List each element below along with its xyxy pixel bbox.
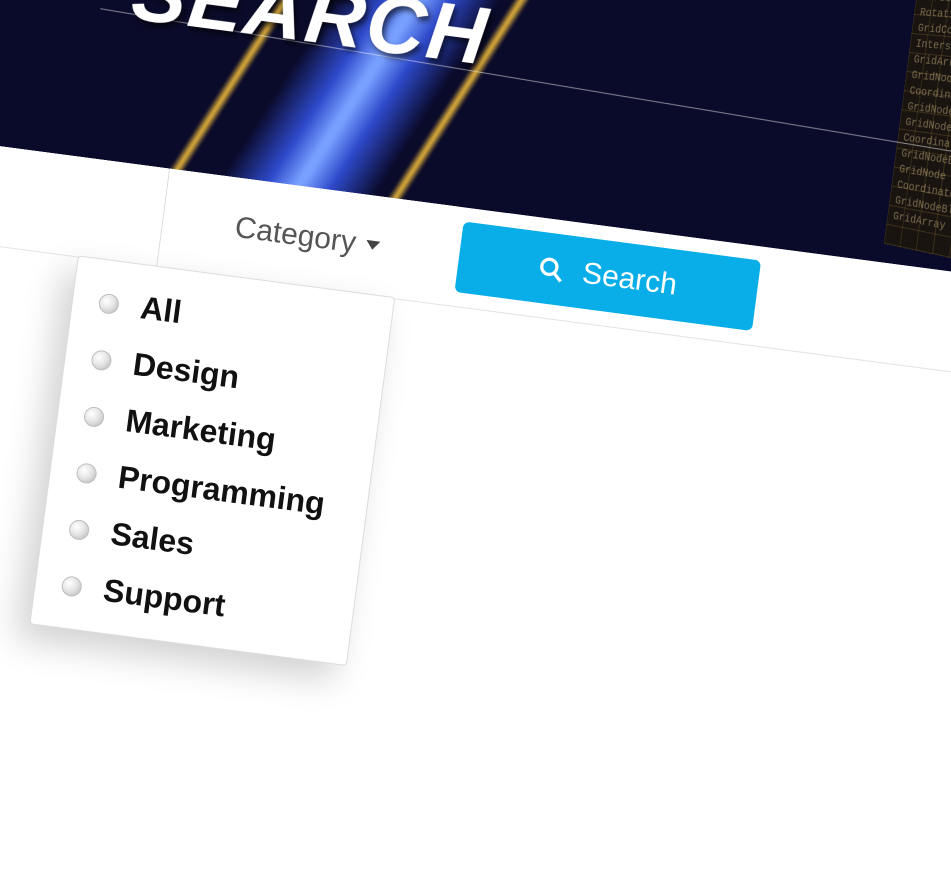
radio-icon xyxy=(90,349,112,371)
category-option-label: All xyxy=(138,289,183,331)
search-icon xyxy=(537,254,566,283)
category-option-label: Sales xyxy=(109,515,197,563)
radio-icon xyxy=(98,292,120,314)
category-option-label: Design xyxy=(131,346,242,397)
radio-icon xyxy=(68,518,90,540)
category-option-label: Support xyxy=(101,572,227,625)
category-option-label: Marketing xyxy=(123,402,278,458)
code-overlay-panel: Offset v Rotation v GridContext Intersec… xyxy=(884,0,951,293)
radio-icon xyxy=(75,462,97,484)
caret-down-icon xyxy=(365,240,380,251)
search-button-label: Search xyxy=(580,256,679,302)
radio-icon xyxy=(61,575,83,597)
radio-icon xyxy=(83,405,105,427)
code-overlay-text: Offset v Rotation v GridContext Intersec… xyxy=(892,0,951,267)
category-dropdown-menu: All Design Marketing Programming Sales S… xyxy=(29,255,395,666)
category-label: Category xyxy=(233,210,358,260)
